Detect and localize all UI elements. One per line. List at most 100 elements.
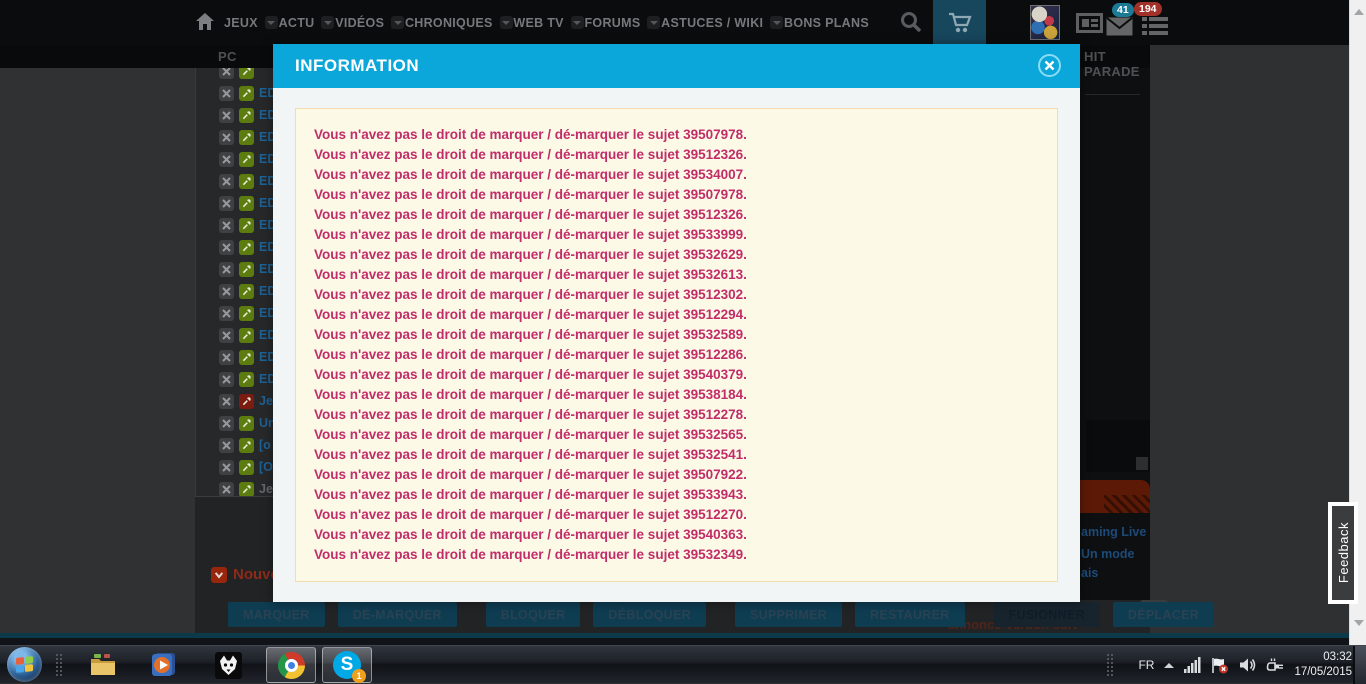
close-icon[interactable]	[1038, 54, 1061, 77]
topic-title[interactable]: ED	[259, 130, 273, 144]
sidebar-link-fragment[interactable]: ais	[1081, 564, 1146, 583]
notifications-button[interactable]: 194	[1140, 2, 1176, 38]
chevron-down-icon[interactable]	[265, 16, 278, 29]
delete-topic-icon[interactable]	[219, 68, 234, 79]
delete-topic-icon[interactable]	[219, 130, 234, 145]
moderation-button[interactable]: RESTAURER	[855, 602, 965, 627]
pin-icon[interactable]	[239, 482, 254, 497]
chevron-down-icon[interactable]	[571, 16, 584, 29]
skype-taskbar-button[interactable]: S 1	[322, 647, 372, 683]
moderation-button[interactable]: DÉ-MARQUER	[338, 602, 457, 627]
pin-icon[interactable]	[239, 174, 254, 189]
topic-title[interactable]: Je	[259, 482, 273, 496]
explorer-icon[interactable]	[88, 651, 118, 679]
moderation-button[interactable]: DÉPLACER	[1113, 602, 1214, 627]
nav-item[interactable]: JEUX	[224, 16, 278, 30]
topic-title[interactable]: ED	[259, 240, 273, 254]
moderation-button[interactable]: BLOQUER	[486, 602, 581, 627]
delete-topic-icon[interactable]	[219, 350, 234, 365]
pin-icon[interactable]	[239, 108, 254, 123]
start-button[interactable]	[7, 647, 42, 682]
pin-icon[interactable]	[239, 460, 254, 475]
moderation-button[interactable]: SUPPRIMER	[735, 602, 842, 627]
moderation-button[interactable]: MARQUER	[228, 602, 325, 627]
pin-icon[interactable]	[239, 284, 254, 299]
nav-item[interactable]: BONS PLANS	[784, 16, 869, 30]
pin-icon[interactable]	[239, 372, 254, 387]
media-player-icon[interactable]	[148, 651, 178, 679]
pin-icon[interactable]	[239, 86, 254, 101]
delete-topic-icon[interactable]	[219, 196, 234, 211]
delete-topic-icon[interactable]	[219, 372, 234, 387]
moderation-button[interactable]: DÉBLOQUER	[593, 602, 706, 627]
pin-icon[interactable]	[239, 416, 254, 431]
hidden-icons-arrow[interactable]	[1164, 663, 1174, 668]
pin-icon[interactable]	[239, 438, 254, 453]
sidebar-link-fragment[interactable]: Un mode	[1081, 545, 1146, 564]
delete-topic-icon[interactable]	[219, 482, 234, 497]
delete-topic-icon[interactable]	[219, 328, 234, 343]
topic-title[interactable]: Je	[259, 394, 273, 408]
delete-topic-icon[interactable]	[219, 460, 234, 475]
chevron-down-icon[interactable]	[391, 16, 404, 29]
pin-icon[interactable]	[239, 218, 254, 233]
topic-title[interactable]: ED	[259, 86, 273, 100]
delete-topic-icon[interactable]	[219, 86, 234, 101]
topic-title[interactable]: ED	[259, 328, 273, 342]
chevron-down-icon[interactable]	[500, 16, 513, 29]
pin-icon[interactable]	[239, 68, 254, 79]
cart-button[interactable]	[933, 0, 986, 45]
volume-icon[interactable]	[1239, 657, 1256, 673]
action-center-icon[interactable]	[1211, 657, 1229, 674]
chevron-down-icon[interactable]	[321, 16, 334, 29]
pin-icon[interactable]	[239, 394, 254, 409]
scrollbar-down-icon[interactable]	[1354, 620, 1364, 626]
topic-title[interactable]: ED	[259, 218, 273, 232]
topic-title[interactable]: ED	[259, 284, 273, 298]
new-topic-link[interactable]: Nouve	[211, 566, 279, 583]
delete-topic-icon[interactable]	[219, 218, 234, 233]
delete-topic-icon[interactable]	[219, 416, 234, 431]
avatar[interactable]	[1030, 5, 1060, 40]
sidebar-link-fragment[interactable]: aming Live	[1081, 523, 1146, 542]
show-desktop-button[interactable]	[1353, 646, 1366, 684]
chevron-down-icon[interactable]	[770, 16, 783, 29]
topic-title[interactable]: [O	[259, 460, 273, 474]
delete-topic-icon[interactable]	[219, 284, 234, 299]
network-icon[interactable]	[1184, 657, 1201, 673]
topic-title[interactable]: ED	[259, 152, 273, 166]
topic-title[interactable]: ED	[259, 372, 273, 386]
nav-item[interactable]: FORUMS	[585, 16, 661, 30]
topic-title[interactable]: ED	[259, 174, 273, 188]
news-icon[interactable]	[1076, 13, 1103, 38]
pin-icon[interactable]	[239, 130, 254, 145]
pin-icon[interactable]	[239, 262, 254, 277]
topic-title[interactable]: Un	[259, 416, 273, 430]
home-icon[interactable]	[195, 12, 215, 36]
pin-icon[interactable]	[239, 196, 254, 211]
nav-item[interactable]: VIDÉOS	[335, 16, 404, 30]
topic-title[interactable]: ED	[259, 262, 273, 276]
language-indicator[interactable]: FR	[1138, 658, 1154, 672]
chrome-taskbar-button[interactable]	[266, 647, 316, 683]
chevron-down-icon[interactable]	[647, 16, 660, 29]
nav-item[interactable]: WEB TV	[513, 16, 583, 30]
delete-topic-icon[interactable]	[219, 262, 234, 277]
pin-icon[interactable]	[239, 328, 254, 343]
topic-title[interactable]: ED	[259, 196, 273, 210]
nav-item[interactable]: ASTUCES / WIKI	[661, 16, 783, 30]
power-icon[interactable]	[1266, 657, 1284, 674]
delete-topic-icon[interactable]	[219, 108, 234, 123]
delete-topic-icon[interactable]	[219, 438, 234, 453]
scrollbar-up-icon[interactable]	[1354, 9, 1364, 15]
topic-title[interactable]: ED	[259, 350, 273, 364]
clock[interactable]: 03:32 17/05/2015	[1294, 650, 1352, 680]
pin-icon[interactable]	[239, 240, 254, 255]
topic-title[interactable]: ED	[259, 108, 273, 122]
nav-item[interactable]: ACTU	[279, 16, 335, 30]
delete-topic-icon[interactable]	[219, 306, 234, 321]
topic-title[interactable]: ED	[259, 306, 273, 320]
foobar-icon[interactable]	[213, 651, 243, 679]
feedback-button[interactable]: Feedback	[1328, 502, 1358, 604]
topic-title[interactable]: [o	[259, 438, 271, 452]
